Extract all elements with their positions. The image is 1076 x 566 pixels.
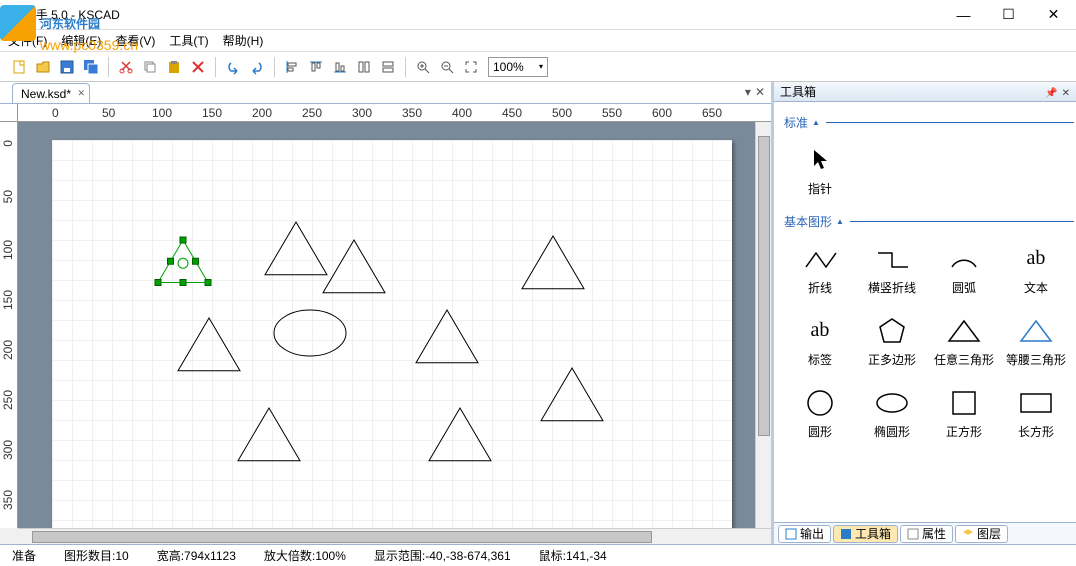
menu-file[interactable]: 文件(F) (8, 32, 47, 49)
status-ready: 准备 (12, 547, 36, 564)
undo-button[interactable] (222, 56, 244, 78)
zoom-combo[interactable]: 100%▾ (488, 57, 548, 77)
canvas-viewport[interactable] (18, 122, 755, 528)
zoom-out-button[interactable] (436, 56, 458, 78)
status-range: 显示范围:-40,-38-674,361 (374, 547, 511, 564)
copy-button[interactable] (139, 56, 161, 78)
status-mouse: 鼠标:141,-34 (539, 547, 607, 564)
tab-layers[interactable]: 图层 (955, 525, 1008, 543)
panel-close-icon[interactable]: ✕ (1062, 88, 1070, 99)
minimize-button[interactable]: — (941, 0, 986, 29)
cut-button[interactable] (115, 56, 137, 78)
close-tab-icon[interactable]: ✕ (77, 88, 85, 99)
tool-rect[interactable]: 长方形 (1000, 378, 1072, 450)
status-size: 宽高:794x1123 (157, 547, 236, 564)
paste-button[interactable] (163, 56, 185, 78)
maximize-button[interactable]: ☐ (986, 0, 1031, 29)
document-tabs: New.ksd*✕ ▾ ✕ (0, 82, 771, 104)
app-icon: ↖ (8, 6, 20, 23)
tool-square[interactable]: 正方形 (928, 378, 1000, 450)
tool-arc[interactable]: 圆弧 (928, 234, 1000, 306)
same-width-button[interactable] (353, 56, 375, 78)
vertical-ruler: 050100150200250300350 (0, 122, 18, 528)
tab-properties[interactable]: 属性 (900, 525, 953, 543)
toolbox-panel: 工具箱 📌 ✕ 标准▲ 指针 基本图形▲ 折线横竖折线圆弧ab文本 ab标签正多边形… (771, 82, 1076, 544)
menu-help[interactable]: 帮助(H) (223, 32, 264, 49)
status-zoom: 放大倍数:100% (264, 547, 346, 564)
horizontal-scrollbar[interactable] (18, 528, 771, 544)
menu-tools[interactable]: 工具(T) (169, 32, 208, 49)
fit-button[interactable] (460, 56, 482, 78)
menu-view[interactable]: 查看(V) (115, 32, 155, 49)
horizontal-ruler: 050100150200250300350400450500550600650 (18, 104, 771, 122)
menu-bar: 文件(F) 编辑(E) 查看(V) 工具(T) 帮助(H) (0, 30, 1076, 52)
toolbar: 100%▾ (0, 52, 1076, 82)
tab-dropdown-icon[interactable]: ▾ (745, 85, 751, 99)
tool-iso-triangle[interactable]: 等腰三角形 (1000, 306, 1072, 378)
align-left-button[interactable] (281, 56, 303, 78)
tool-pointer[interactable]: 指针 (784, 135, 856, 207)
tab-output[interactable]: 输出 (778, 525, 831, 543)
section-shapes[interactable]: 基本图形▲ (784, 213, 1074, 230)
tool-any-triangle[interactable]: 任意三角形 (928, 306, 1000, 378)
same-height-button[interactable] (377, 56, 399, 78)
saveall-button[interactable] (80, 56, 102, 78)
tool-ortho-polyline[interactable]: 横竖折线 (856, 234, 928, 306)
delete-button[interactable] (187, 56, 209, 78)
save-button[interactable] (56, 56, 78, 78)
menu-edit[interactable]: 编辑(E) (61, 32, 101, 49)
redo-button[interactable] (246, 56, 268, 78)
tool-label[interactable]: ab标签 (784, 306, 856, 378)
drawing-canvas[interactable] (52, 140, 732, 528)
panel-tabs: 输出 工具箱 属性 图层 (774, 522, 1076, 544)
tool-circle[interactable]: 圆形 (784, 378, 856, 450)
section-standard[interactable]: 标准▲ (784, 114, 1074, 131)
tool-ellipse[interactable]: 椭圆形 (856, 378, 928, 450)
status-bar: 准备 图形数目:10 宽高:794x1123 放大倍数:100% 显示范围:-4… (0, 544, 1076, 566)
close-button[interactable]: ✕ (1031, 0, 1076, 29)
tool-polygon[interactable]: 正多边形 (856, 306, 928, 378)
status-shapes: 图形数目:10 (64, 547, 129, 564)
tool-text[interactable]: ab文本 (1000, 234, 1072, 306)
align-top-button[interactable] (305, 56, 327, 78)
title-bar: ↖ 快手 5.0 - KSCAD — ☐ ✕ (0, 0, 1076, 30)
align-bottom-button[interactable] (329, 56, 351, 78)
ruler-corner (0, 104, 18, 122)
page (52, 140, 732, 528)
tool-polyline[interactable]: 折线 (784, 234, 856, 306)
new-button[interactable] (8, 56, 30, 78)
doc-tab[interactable]: New.ksd*✕ (12, 83, 90, 103)
window-title: 快手 5.0 - KSCAD (24, 6, 120, 23)
pin-icon[interactable]: 📌 (1045, 88, 1057, 99)
tab-toolbox[interactable]: 工具箱 (833, 525, 898, 543)
tab-close-icon[interactable]: ✕ (755, 85, 765, 99)
toolbox-header: 工具箱 📌✕ (774, 82, 1076, 102)
vertical-scrollbar[interactable] (755, 122, 771, 528)
zoom-in-button[interactable] (412, 56, 434, 78)
open-button[interactable] (32, 56, 54, 78)
